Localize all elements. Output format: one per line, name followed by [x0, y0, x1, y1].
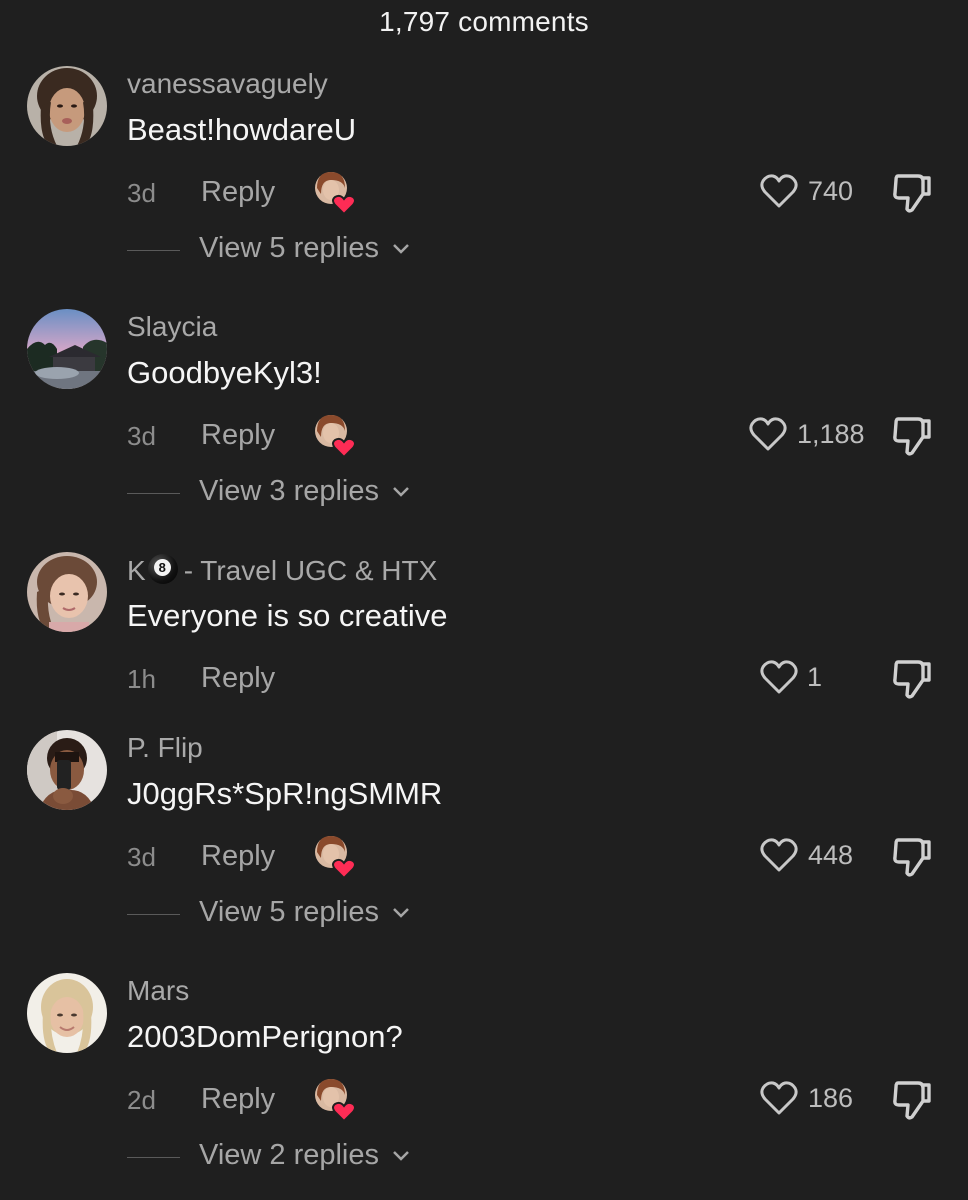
view-replies-label: View 2 replies — [199, 1139, 380, 1171]
avatar[interactable] — [27, 730, 107, 810]
chevron-down-icon — [393, 244, 409, 255]
chevron-down-icon — [393, 487, 409, 498]
view-replies-label: View 3 replies — [199, 475, 380, 507]
comment-username[interactable]: vanessavaguely — [127, 68, 328, 100]
view-replies-button[interactable]: View 5 replies — [0, 232, 968, 268]
comment-timestamp: 2d — [127, 1085, 156, 1115]
comment-actions: 3d Reply 1,188 — [0, 415, 968, 459]
avatar[interactable] — [27, 973, 107, 1053]
heart-outline-icon — [760, 174, 798, 208]
view-replies-button[interactable]: View 3 replies — [0, 475, 968, 511]
chevron-down-icon — [393, 1151, 409, 1162]
comment-username[interactable]: Slaycia — [127, 311, 217, 343]
like-count: 1,188 — [797, 419, 865, 449]
thumbs-down-icon[interactable] — [890, 1079, 934, 1121]
heart-outline-icon — [760, 1081, 798, 1115]
like-count: 740 — [808, 176, 854, 206]
creator-heart-avatar-icon — [313, 1077, 359, 1123]
comment-actions: 1h Reply 1 — [0, 660, 968, 700]
reply-button[interactable]: Reply — [201, 419, 275, 452]
creator-heart-avatar-icon — [313, 170, 359, 216]
avatar[interactable] — [27, 552, 107, 632]
thumbs-down-icon[interactable] — [890, 836, 934, 878]
comment-text: Everyone is so creative — [127, 598, 448, 633]
comment-username[interactable]: Mars — [127, 975, 189, 1007]
replies-divider — [127, 1157, 180, 1158]
view-replies-button[interactable]: View 2 replies — [0, 1139, 968, 1175]
username-suffix: - Travel UGC & HTX — [183, 555, 438, 586]
thumbs-down-icon[interactable] — [890, 415, 934, 457]
comment-timestamp: 3d — [127, 178, 156, 208]
comment-text: 2003DomPerignon? — [127, 1019, 403, 1054]
eight-ball-emoji-icon: 8 — [147, 554, 178, 584]
comment-actions: 2d Reply 186 — [0, 1079, 968, 1123]
comment-username[interactable]: K8- Travel UGC & HTX — [127, 554, 437, 587]
avatar[interactable] — [27, 309, 107, 389]
view-replies-button[interactable]: View 5 replies — [0, 896, 968, 932]
heart-outline-icon — [760, 838, 798, 872]
comment-text: GoodbyeKyl3! — [127, 355, 322, 390]
comment-actions: 3d Reply 740 — [0, 172, 968, 216]
reply-button[interactable]: Reply — [201, 840, 275, 873]
replies-divider — [127, 914, 180, 915]
like-count: 1 — [807, 662, 823, 692]
username-prefix: K — [127, 555, 146, 586]
thumbs-down-icon[interactable] — [890, 658, 934, 700]
comment-text: Beast!howdareU — [127, 112, 357, 147]
comment-text: J0ggRs*SpR!ngSMMR — [127, 776, 443, 811]
comment-actions: 3d Reply 448 — [0, 836, 968, 880]
view-replies-label: View 5 replies — [199, 232, 380, 264]
reply-button[interactable]: Reply — [201, 662, 275, 695]
replies-divider — [127, 493, 180, 494]
comment-timestamp: 1h — [127, 664, 156, 694]
replies-divider — [127, 250, 180, 251]
reply-button[interactable]: Reply — [201, 176, 275, 209]
reply-button[interactable]: Reply — [201, 1083, 275, 1116]
comment-count-header: 1,797 comments — [379, 6, 589, 37]
comment-username[interactable]: P. Flip — [127, 732, 203, 764]
like-count: 448 — [808, 840, 854, 870]
chevron-down-icon — [393, 908, 409, 919]
heart-outline-icon — [760, 660, 798, 694]
comment-timestamp: 3d — [127, 421, 156, 451]
creator-heart-avatar-icon — [313, 834, 359, 880]
heart-outline-icon — [749, 417, 787, 451]
creator-heart-avatar-icon — [313, 413, 359, 459]
like-count: 186 — [808, 1083, 854, 1113]
comment-timestamp: 3d — [127, 842, 156, 872]
thumbs-down-icon[interactable] — [890, 172, 934, 214]
avatar[interactable] — [27, 66, 107, 146]
view-replies-label: View 5 replies — [199, 896, 380, 928]
